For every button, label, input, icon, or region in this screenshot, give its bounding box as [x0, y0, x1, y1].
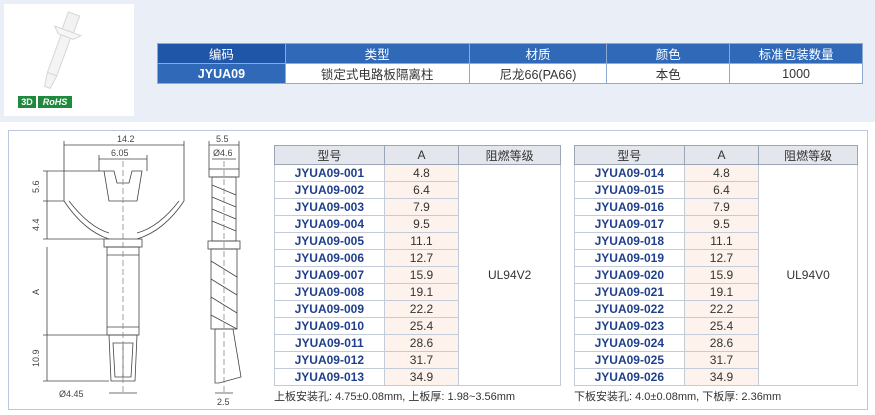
dim-side-bottom: 2.5 [217, 397, 230, 407]
spec-row: JYUA09 锁定式电路板隔离柱 尼龙66(PA66) 本色 1000 [157, 63, 863, 84]
table-header-row: 型号 A 阻燃等级 [274, 145, 561, 165]
model-cell: JYUA09-001 [274, 164, 385, 182]
a-value-cell: 15.9 [383, 266, 460, 284]
spec-header-row: 编码 类型 材质 颜色 标准包装数量 [157, 43, 863, 64]
a-value-cell: 6.4 [383, 181, 460, 199]
a-value-cell: 22.2 [383, 300, 460, 318]
a-value-cell: 7.9 [383, 198, 460, 216]
product-header: 3D RoHS 编码 类型 材质 颜色 标准包装数量 JYUA09 锁定式电路板… [0, 0, 875, 122]
model-cell: JYUA09-017 [574, 215, 685, 233]
a-value-cell: 34.9 [383, 368, 460, 386]
a-value-cell: 31.7 [383, 351, 460, 369]
upper-board-note: 上板安装孔: 4.75±0.08mm, 上板厚: 1.98~3.56mm [274, 391, 516, 403]
spec-header-code: 编码 [157, 43, 286, 64]
dim-side-diameter: Ø4.6 [213, 148, 233, 158]
model-cell: JYUA09-004 [274, 215, 385, 233]
a-value-cell: 25.4 [683, 317, 760, 335]
header-model: 型号 [274, 145, 385, 165]
model-cell: JYUA09-014 [574, 164, 685, 182]
spec-color: 本色 [606, 63, 731, 84]
dim-mid-height: 4.4 [31, 218, 41, 231]
spec-header-type: 类型 [284, 43, 470, 64]
rohs-badge: RoHS [38, 96, 72, 108]
model-cell: JYUA09-020 [574, 266, 685, 284]
model-cell: JYUA09-016 [574, 198, 685, 216]
dim-inner-width: 6.05 [111, 148, 129, 158]
a-value-cell: 25.4 [383, 317, 460, 335]
a-value-cell: 19.1 [683, 283, 760, 301]
model-cell: JYUA09-008 [274, 283, 385, 301]
model-cell: JYUA09-018 [574, 232, 685, 250]
technical-drawing: 14.2 6.05 5.6 4.4 A 10.9 Ø4.45 5.5 Ø4.6 … [31, 134, 242, 407]
spec-header-material: 材质 [468, 43, 608, 64]
detail-panel: 14.2 6.05 5.6 4.4 A 10.9 Ø4.45 5.5 Ø4.6 … [8, 130, 868, 410]
model-cell: JYUA09-005 [274, 232, 385, 250]
header-a: A [683, 145, 760, 165]
model-cell: JYUA09-012 [274, 351, 385, 369]
a-value-cell: 4.8 [383, 164, 460, 182]
model-cell: JYUA09-025 [574, 351, 685, 369]
lower-board-note: 下板安装孔: 4.0±0.08mm, 下板厚: 2.36mm [574, 391, 782, 403]
model-cell: JYUA09-023 [574, 317, 685, 335]
a-value-cell: 28.6 [683, 334, 760, 352]
spec-material: 尼龙66(PA66) [468, 63, 608, 84]
a-value-cell: 19.1 [383, 283, 460, 301]
model-cell: JYUA09-006 [274, 249, 385, 267]
dim-side-top: 5.5 [216, 134, 229, 144]
model-cell: JYUA09-002 [274, 181, 385, 199]
a-value-cell: 22.2 [683, 300, 760, 318]
a-value-cell: 15.9 [683, 266, 760, 284]
a-value-cell: 11.1 [683, 232, 760, 250]
spec-package: 1000 [729, 63, 863, 84]
model-cell: JYUA09-021 [574, 283, 685, 301]
a-value-cell: 28.6 [383, 334, 460, 352]
model-cell: JYUA09-010 [274, 317, 385, 335]
table-row: JYUA09-014 4.8 UL94V0 [574, 164, 858, 386]
table-row: JYUA09-001 4.8 UL94V2 [274, 164, 561, 386]
model-cell: JYUA09-019 [574, 249, 685, 267]
header-a: A [383, 145, 460, 165]
a-value-cell: 4.8 [683, 164, 760, 182]
model-cell: JYUA09-026 [574, 368, 685, 386]
spec-header-package: 标准包装数量 [729, 43, 863, 64]
model-cell: JYUA09-003 [274, 198, 385, 216]
dim-bottom-diameter: Ø4.45 [59, 389, 84, 399]
dim-upper-height: 5.6 [31, 180, 41, 193]
model-cell: JYUA09-024 [574, 334, 685, 352]
a-value-cell: 12.7 [683, 249, 760, 267]
model-cell: JYUA09-007 [274, 266, 385, 284]
a-value-cell: 31.7 [683, 351, 760, 369]
header-grade: 阻燃等级 [458, 145, 561, 165]
flame-grade-cell: UL94V2 [458, 164, 561, 386]
a-value-cell: 7.9 [683, 198, 760, 216]
model-cell: JYUA09-015 [574, 181, 685, 199]
3d-badge: 3D [18, 96, 36, 108]
header-model: 型号 [574, 145, 685, 165]
spec-header-color: 颜色 [606, 43, 731, 64]
flame-grade-cell: UL94V0 [758, 164, 858, 386]
a-value-cell: 9.5 [383, 215, 460, 233]
model-cell: JYUA09-022 [574, 300, 685, 318]
model-cell: JYUA09-013 [274, 368, 385, 386]
header-grade: 阻燃等级 [758, 145, 858, 165]
spec-type: 锁定式电路板隔离柱 [284, 63, 470, 84]
a-value-cell: 34.9 [683, 368, 760, 386]
dim-a-label: A [31, 289, 41, 295]
a-value-cell: 12.7 [383, 249, 460, 267]
model-cell: JYUA09-011 [274, 334, 385, 352]
model-table-v0: 型号 A 阻燃等级 JYUA09-014 4.8 UL94V0 JYUA09-015 6… [574, 145, 858, 386]
spec-code: JYUA09 [157, 63, 286, 84]
dim-top-width: 14.2 [117, 134, 135, 144]
model-cell: JYUA09-009 [274, 300, 385, 318]
a-value-cell: 11.1 [383, 232, 460, 250]
spec-table: 编码 类型 材质 颜色 标准包装数量 JYUA09 锁定式电路板隔离柱 尼龙66… [157, 43, 863, 84]
a-value-cell: 9.5 [683, 215, 760, 233]
a-value-cell: 6.4 [683, 181, 760, 199]
dim-lower-height: 10.9 [31, 349, 41, 367]
table-header-row: 型号 A 阻燃等级 [574, 145, 858, 165]
model-table-v2: 型号 A 阻燃等级 JYUA09-001 4.8 UL94V2 JYUA09-002 6… [274, 145, 561, 386]
